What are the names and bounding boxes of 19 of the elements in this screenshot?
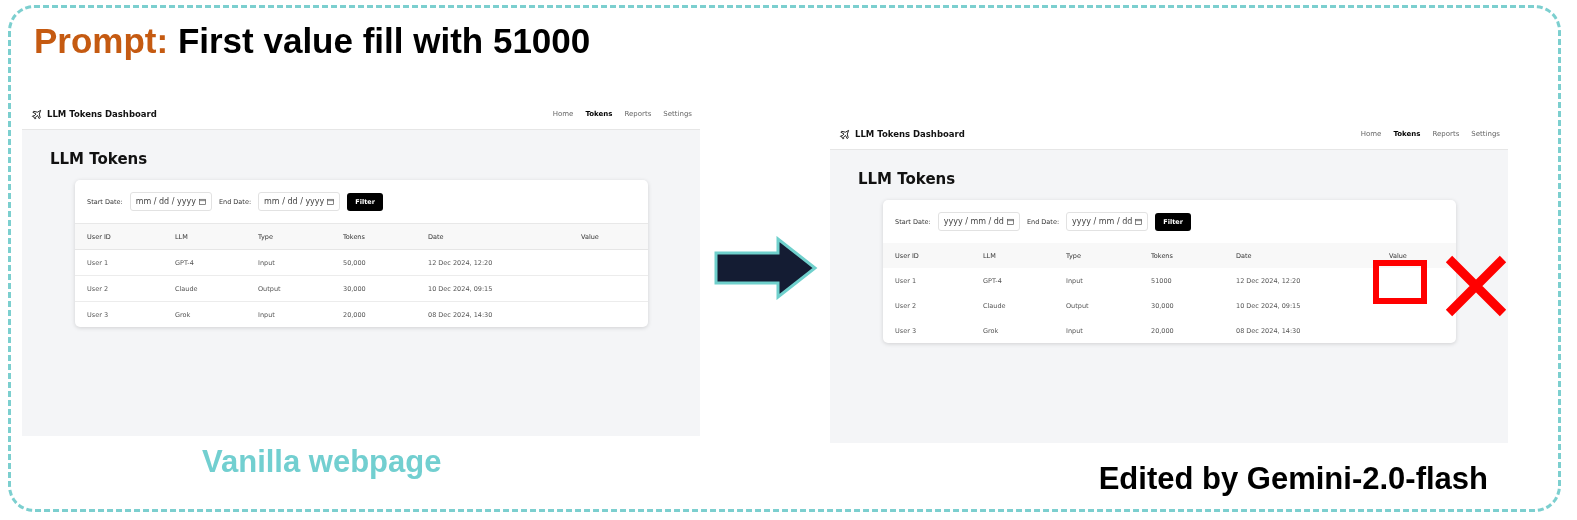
calendar-icon[interactable] (327, 198, 335, 205)
caption: Vanilla webpage (202, 443, 442, 481)
airplane-icon (31, 108, 42, 120)
page-heading: LLM Tokens (858, 170, 957, 188)
prompt-text: Prompt: First value fill with 51000 (34, 20, 592, 62)
cross-icon (1445, 255, 1507, 317)
date-field[interactable]: mm / dd / yyyy (258, 192, 341, 211)
brand-title: LLM Tokens Dashboard (47, 109, 157, 119)
airplane-icon (839, 128, 850, 140)
calendar-icon[interactable] (198, 198, 206, 205)
calendar-icon[interactable] (1006, 218, 1014, 225)
caption: Edited by Gemini-2.0-flash (1098, 460, 1488, 498)
arrow-icon (714, 236, 818, 300)
brand-title: LLM Tokens Dashboard (855, 129, 965, 139)
date-field[interactable]: yyyy / mm / dd (937, 212, 1020, 231)
page-heading: LLM Tokens (50, 150, 149, 168)
calendar-icon[interactable] (1135, 218, 1143, 225)
date-field[interactable]: yyyy / mm / dd (1066, 212, 1149, 231)
date-field[interactable]: mm / dd / yyyy (129, 192, 212, 211)
